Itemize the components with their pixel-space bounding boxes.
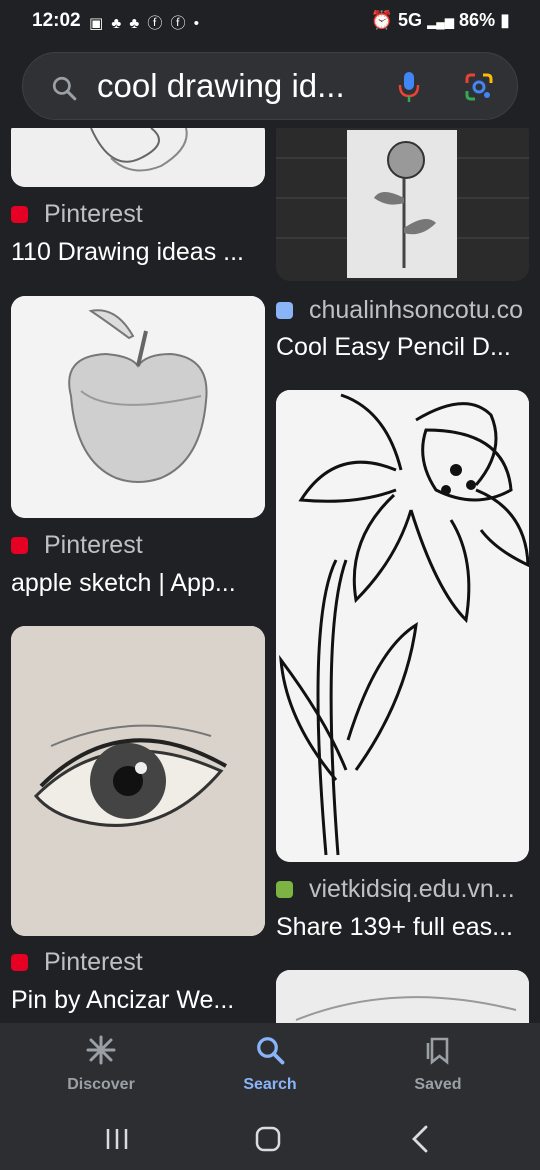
signal-icon: ▂▄▆ xyxy=(427,15,455,29)
nav-discover[interactable]: Discover xyxy=(36,1035,166,1094)
nav-search-label: Search xyxy=(243,1076,297,1093)
image-results-grid: Pinterest 110 Drawing ideas ... Pinteres… xyxy=(0,128,540,1023)
result-title[interactable]: 110 Drawing ideas ... xyxy=(11,238,265,267)
result-title[interactable]: apple sketch | App... xyxy=(11,569,265,598)
site-favicon-icon xyxy=(276,881,293,898)
result-source[interactable]: Pinterest xyxy=(11,531,265,560)
result-title[interactable]: Cool Easy Pencil D... xyxy=(276,333,529,362)
search-icon xyxy=(257,1037,285,1065)
site-favicon-icon xyxy=(276,302,293,319)
pinterest-icon xyxy=(11,537,28,554)
status-bar: 12:02 ▣ ♣ ♣ ⓕ ⓕ • ⏰ 5G ▂▄▆ 86% ▮ xyxy=(0,0,540,44)
microphone-icon[interactable] xyxy=(397,71,421,103)
result-image-apple-sketch[interactable] xyxy=(11,296,265,518)
pinterest-icon xyxy=(11,954,28,971)
status-time: 12:02 xyxy=(32,10,81,31)
result-title[interactable]: Share 139+ full eas... xyxy=(276,913,529,942)
result-image-eye-drawing[interactable] xyxy=(11,626,265,936)
result-source[interactable]: Pinterest xyxy=(11,948,265,977)
nav-discover-label: Discover xyxy=(67,1076,135,1093)
recent-apps-icon[interactable] xyxy=(104,1127,130,1151)
pinterest-icon xyxy=(11,206,28,223)
nav-search[interactable]: Search xyxy=(205,1035,335,1094)
result-source[interactable]: vietkidsiq.edu.vn... xyxy=(276,875,540,904)
result-image-drawing[interactable] xyxy=(11,128,265,187)
system-navigation-bar xyxy=(0,1111,540,1170)
asterisk-icon xyxy=(86,1035,116,1065)
result-title[interactable]: Pin by Ancizar We... xyxy=(11,986,265,1015)
result-image-rose-drawing[interactable] xyxy=(276,128,529,281)
search-input[interactable]: cool drawing id... xyxy=(97,67,387,105)
result-source[interactable]: chualinhsoncotu.co xyxy=(276,296,540,325)
google-lens-icon[interactable] xyxy=(463,71,495,103)
bottom-navigation: Discover Search Saved xyxy=(0,1023,540,1111)
battery-label: 86% xyxy=(459,10,496,30)
back-icon[interactable] xyxy=(410,1125,430,1153)
network-label: 5G xyxy=(398,10,423,30)
bookmarks-icon xyxy=(426,1037,449,1065)
battery-icon: ▮ xyxy=(500,10,510,30)
nav-saved[interactable]: Saved xyxy=(373,1035,503,1094)
result-image-daffodil-drawing[interactable] xyxy=(276,390,529,862)
result-image-partial[interactable] xyxy=(276,970,529,1023)
search-icon[interactable] xyxy=(51,75,77,101)
status-right: ⏰ 5G ▂▄▆ 86% ▮ xyxy=(371,10,510,31)
notification-icons: ▣ ♣ ♣ ⓕ ⓕ • xyxy=(89,15,201,32)
alarm-icon: ⏰ xyxy=(370,10,394,30)
search-bar[interactable]: cool drawing id... xyxy=(22,52,518,120)
nav-saved-label: Saved xyxy=(414,1076,462,1093)
result-source[interactable]: Pinterest xyxy=(11,200,265,229)
home-icon[interactable] xyxy=(255,1126,281,1152)
